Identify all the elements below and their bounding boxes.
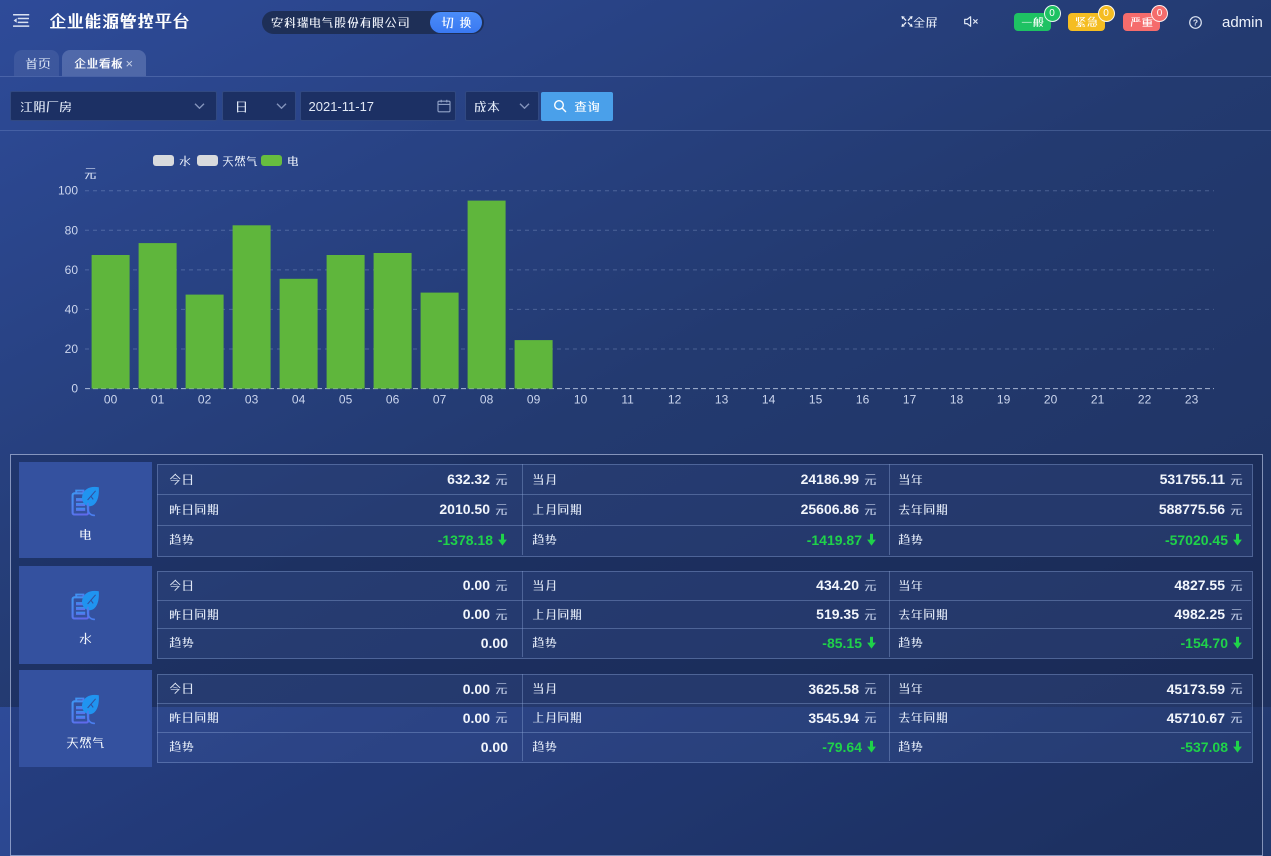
svg-text:17: 17 [903,393,917,407]
svg-text:12: 12 [668,393,682,407]
svg-text:08: 08 [480,393,494,407]
svg-text:18: 18 [950,393,964,407]
svg-text:0: 0 [71,382,78,396]
svg-text:13: 13 [715,393,729,407]
svg-text:?: ? [1193,18,1198,28]
svg-text:15: 15 [809,393,823,407]
svg-text:03: 03 [245,393,259,407]
svg-text:19: 19 [997,393,1011,407]
svg-text:23: 23 [1185,393,1199,407]
svg-text:07: 07 [433,393,447,407]
svg-text:02: 02 [198,393,212,407]
svg-text:14: 14 [762,393,776,407]
svg-text:40: 40 [65,302,79,316]
svg-text:20: 20 [1044,393,1058,407]
svg-text:04: 04 [292,393,306,407]
svg-text:00: 00 [104,393,118,407]
svg-text:06: 06 [386,393,400,407]
svg-text:09: 09 [527,393,541,407]
svg-text:80: 80 [65,223,79,237]
svg-text:100: 100 [58,184,78,198]
svg-text:01: 01 [151,393,165,407]
svg-text:21: 21 [1091,393,1105,407]
svg-text:16: 16 [856,393,870,407]
svg-text:20: 20 [65,342,79,356]
svg-text:22: 22 [1138,393,1152,407]
svg-text:10: 10 [574,393,588,407]
svg-text:11: 11 [621,393,634,407]
svg-text:05: 05 [339,393,353,407]
svg-text:60: 60 [65,263,79,277]
